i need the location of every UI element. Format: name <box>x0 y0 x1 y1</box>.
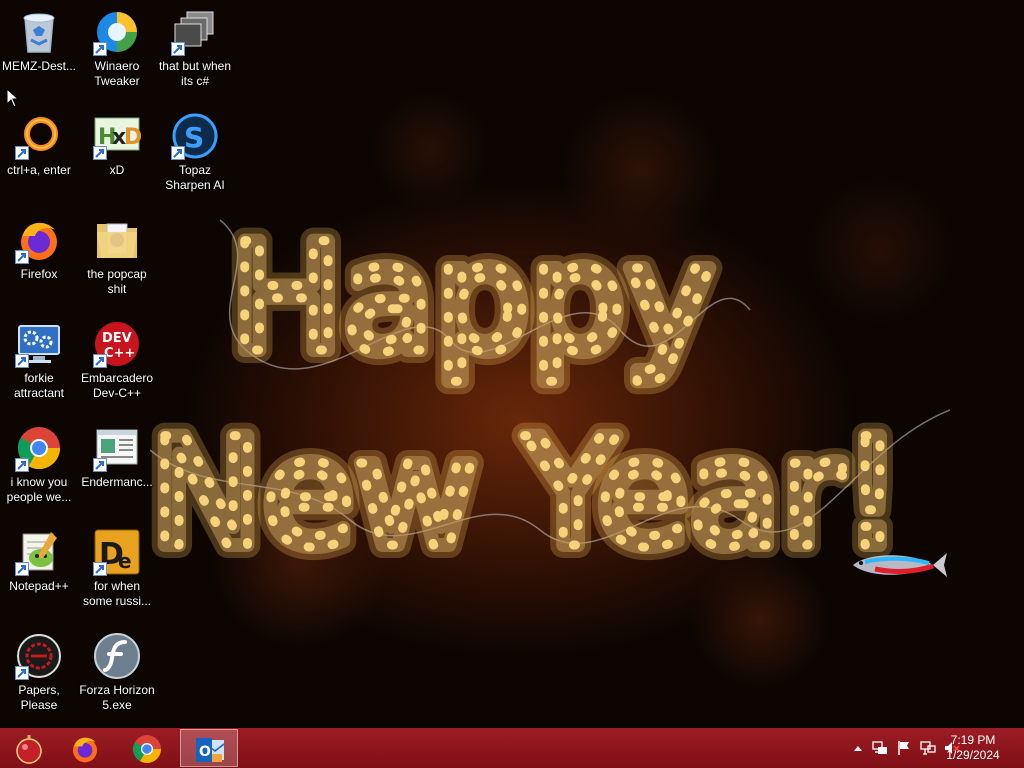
shortcut-arrow-icon <box>93 354 107 368</box>
shortcut-arrow-icon <box>93 458 107 472</box>
shortcut-arrow-icon <box>15 666 29 680</box>
desktop-icon-label: Embarcadero Dev-C++ <box>80 371 154 400</box>
svg-text:DEV: DEV <box>102 331 132 346</box>
svg-text:e: e <box>118 549 132 573</box>
system-tray: 7:19 PM 1/29/2024 <box>824 728 1024 768</box>
desktop-icon-label: Winaero Tweaker <box>94 59 140 88</box>
desktop-icon-label: Notepad++ <box>9 579 69 593</box>
desktop-icon-firefox[interactable]: Firefox <box>0 208 78 308</box>
desktop-icon-label: Forza Horizon 5.exe <box>79 683 155 712</box>
outlook-icon: O <box>196 738 225 762</box>
desktop-icon-embarcadero-dev-cpp[interactable]: DEV C++ Embarcadero Dev-C++ <box>78 312 156 412</box>
shortcut-arrow-icon <box>15 250 29 264</box>
desktop-icon-notepad-plus-plus[interactable]: Notepad++ <box>0 520 78 620</box>
wallpaper-line-1: Happy <box>230 212 714 386</box>
desktop-icon-the-popcap-shit[interactable]: the popcap shit <box>78 208 156 308</box>
devices-icon <box>872 741 887 754</box>
clock-time: 7:19 PM <box>950 733 996 747</box>
desktop-icon-label: Papers, Please <box>18 683 60 712</box>
fish-icon <box>853 553 947 577</box>
desktop-icon-label: MEMZ-Dest... <box>2 59 76 73</box>
shortcut-arrow-icon <box>15 146 29 160</box>
shortcut-arrow-icon <box>93 42 107 56</box>
taskbar-chrome-button[interactable] <box>118 729 176 767</box>
shortcut-arrow-icon <box>93 146 107 160</box>
svg-text:C++: C++ <box>104 346 135 361</box>
desktop-icon-xd[interactable]: H x D xD <box>78 104 156 204</box>
recycle-bin-icon <box>23 13 55 53</box>
shortcut-arrow-icon <box>93 562 107 576</box>
svg-text:S: S <box>184 121 204 154</box>
network-tray-button[interactable] <box>920 740 936 756</box>
taskbar: O 7:19 PM 1/29/2024 <box>0 728 1024 768</box>
desktop-icon-papers-please[interactable]: Papers, Please <box>0 624 78 724</box>
firefox-icon <box>73 737 97 763</box>
desktop-icon-endermanch[interactable]: Endermanc... <box>78 416 156 516</box>
chrome-icon <box>133 735 161 764</box>
devices-tray-button[interactable] <box>872 740 888 756</box>
desktop-icon-label: forkie attractant <box>13 371 65 400</box>
desktop-icon-topaz-sharpen-ai[interactable]: S Topaz Sharpen AI <box>156 104 234 204</box>
shortcut-arrow-icon <box>171 146 185 160</box>
desktop-icon-for-when-some-russi[interactable]: D e for when some russi... <box>78 520 156 620</box>
action-center-tray-button[interactable] <box>896 740 912 756</box>
folder-icon <box>97 223 137 258</box>
flag-icon <box>898 741 909 755</box>
desktop-icon-label: the popcap shit <box>87 267 147 296</box>
start-button[interactable] <box>0 729 58 767</box>
desktop-icon-label: Firefox <box>20 267 58 281</box>
shortcut-arrow-icon <box>15 354 29 368</box>
shortcut-arrow-icon <box>15 562 29 576</box>
desktop-icon-that-but-when-its-csharp[interactable]: that but when its c# <box>156 0 234 100</box>
shortcut-arrow-icon <box>15 458 29 472</box>
flash-player-icon <box>94 633 140 679</box>
clock-date: 1/29/2024 <box>946 748 1000 762</box>
mouse-cursor-icon <box>6 88 20 108</box>
desktop-icon-i-know-you-people[interactable]: i know you people we... <box>0 416 78 516</box>
desktop-icon-label: i know you people we... <box>6 475 72 504</box>
desktop-icon-forza-horizon-5[interactable]: Forza Horizon 5.exe <box>78 624 156 724</box>
start-orb-icon <box>16 735 42 764</box>
desktop-icon-label: Topaz Sharpen AI <box>165 163 225 192</box>
svg-text:O: O <box>199 744 211 760</box>
desktop-icon-label: that but when its c# <box>158 59 232 88</box>
network-icon <box>920 741 936 755</box>
desktop-icon-label: for when some russi... <box>82 579 151 608</box>
desktop-icon-label: Endermanc... <box>81 475 153 489</box>
desktop-icon-label: ctrl+a, enter <box>7 163 71 177</box>
wallpaper-line-2: New Year! <box>150 407 903 580</box>
show-hidden-icons-button[interactable] <box>850 740 866 756</box>
shortcut-arrow-icon <box>171 42 185 56</box>
taskbar-firefox-button[interactable] <box>56 729 114 767</box>
taskbar-clock[interactable]: 7:19 PM 1/29/2024 <box>938 733 1008 763</box>
desktop-icon-label: xD <box>109 163 125 177</box>
wallpaper-happy-new-year: Happy Happy Happy New Year! New Year! Ne… <box>150 200 950 580</box>
chevron-up-icon <box>854 746 862 751</box>
desktop-icon-winaero-tweaker[interactable]: Winaero Tweaker <box>78 0 156 100</box>
taskbar-outlook-button[interactable]: O <box>180 729 238 767</box>
desktop[interactable]: Happy Happy Happy New Year! New Year! Ne… <box>0 0 1024 728</box>
desktop-icon-memz[interactable]: MEMZ-Dest... <box>0 0 78 100</box>
desktop-icon-ctrl-a-enter[interactable]: ctrl+a, enter <box>0 104 78 204</box>
desktop-icon-forkie-attractant[interactable]: forkie attractant <box>0 312 78 412</box>
svg-text:D: D <box>124 125 141 150</box>
